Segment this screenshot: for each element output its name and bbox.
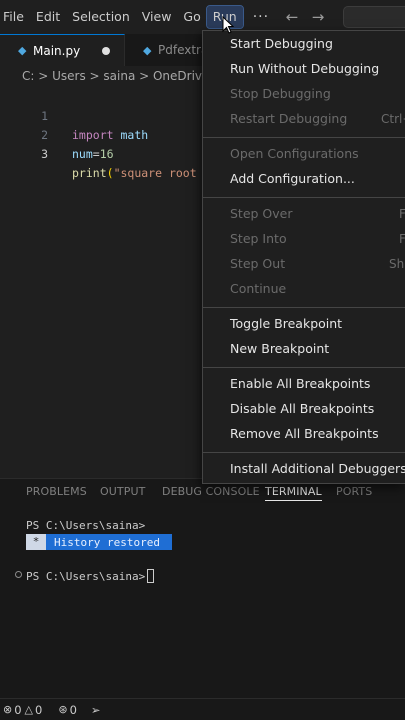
menu-separator [203,197,405,198]
errors-warnings-status[interactable]: ⊗ 0 △ 0 [3,703,42,717]
code-text: print("square root [72,164,197,183]
terminal-prompt[interactable]: PS C:\Users\saina> [26,569,155,583]
code-token: ( [106,166,114,180]
bottom-panel: PROBLEMS OUTPUT DEBUG CONSOLE TERMINAL P… [0,478,405,698]
menu-item-run-without-debugging[interactable]: Run Without Debugging [230,59,379,79]
python-file-icon: ◆ [18,44,27,57]
menu-separator [203,452,405,453]
breadcrumb[interactable]: C: > Users > saina > OneDrive > [22,69,223,83]
menu-item-toggle-breakpoint[interactable]: Toggle Breakpoint [230,314,342,334]
menu-item-remove-all-breakpoints[interactable]: Remove All Breakpoints [230,424,379,444]
broadcast-icon: ⊛ [58,703,68,716]
tab-terminal[interactable]: TERMINAL [265,485,322,501]
menu-item-restart-debugging[interactable]: Restart Debugging [230,109,347,129]
code-token: 16 [99,147,114,161]
tab-debug-console[interactable]: DEBUG CONSOLE [162,485,260,498]
command-decoration-icon[interactable] [15,571,22,578]
tab-output[interactable]: OUTPUT [100,485,145,498]
forward-arrow-icon[interactable]: → [305,8,331,26]
code-token: = [92,147,100,161]
ports-count: 0 [69,702,77,717]
panel-tabs: PROBLEMS OUTPUT DEBUG CONSOLE TERMINAL P… [0,485,405,505]
history-marker: * [26,534,46,550]
shortcut-step-out: Sh [389,257,405,271]
status-bar: ⊗ 0 △ 0 ⊛ 0 ➢ [0,698,405,720]
menu-go[interactable]: Go [177,6,206,28]
terminal-cursor [147,569,155,583]
menu-edit[interactable]: Edit [30,6,66,28]
terminal-line: PS C:\Users\saina> [26,519,146,532]
menu-selection[interactable]: Selection [66,6,136,28]
line-number: 3 [41,147,48,161]
more-menu-icon[interactable]: ··· [243,6,279,28]
menu-item-open-configurations[interactable]: Open Configurations [230,144,359,164]
shortcut-restart: Ctrl+ [381,112,405,126]
error-icon: ⊗ [3,703,13,716]
error-count: 0 [14,702,22,717]
back-arrow-icon[interactable]: ← [279,8,305,26]
menu-item-step-over[interactable]: Step Over [230,204,293,224]
menu-file[interactable]: File [0,6,30,28]
mouse-pointer-icon [222,16,234,34]
menu-item-stop-debugging[interactable]: Stop Debugging [230,84,331,104]
menu-item-enable-all-breakpoints[interactable]: Enable All Breakpoints [230,374,370,394]
tab-main-py[interactable]: ◆ Main.py [0,34,125,66]
menu-item-start-debugging[interactable]: Start Debugging [230,34,333,54]
menu-separator [203,367,405,368]
shortcut-step-into: F [399,232,405,246]
menu-item-new-breakpoint[interactable]: New Breakpoint [230,339,329,359]
run-menu-dropdown: Start Debugging Run Without Debugging St… [202,30,405,484]
history-restored-banner: * History restored [26,534,172,550]
tab-label: Main.py [33,43,81,58]
unsaved-dot-icon[interactable] [102,47,110,55]
menu-item-add-configuration[interactable]: Add Configuration... [230,169,355,189]
code-token: "square root [113,166,197,180]
menu-view[interactable]: View [136,6,178,28]
menu-separator [203,307,405,308]
menu-separator [203,137,405,138]
menu-item-install-additional-debuggers[interactable]: Install Additional Debuggers... [230,459,405,479]
tab-problems[interactable]: PROBLEMS [26,485,87,498]
rocket-icon[interactable]: ➢ [91,703,101,717]
warning-icon: △ [24,703,34,716]
tab-ports[interactable]: PORTS [336,485,372,498]
python-file-icon: ◆ [143,43,152,57]
code-token: print [72,166,107,180]
code-token: num [72,147,93,161]
warning-count: 0 [35,702,43,717]
menu-item-continue[interactable]: Continue [230,279,286,299]
prompt-text: PS C:\Users\saina> [26,570,146,583]
menu-item-step-out[interactable]: Step Out [230,254,285,274]
shortcut-step-over: F [399,207,405,221]
ports-status[interactable]: ⊛ 0 [58,703,77,717]
command-center-search[interactable] [343,6,405,28]
menu-item-disable-all-breakpoints[interactable]: Disable All Breakpoints [230,399,374,419]
code-text: num=16 [72,145,114,164]
menu-item-step-into[interactable]: Step Into [230,229,287,249]
history-text: History restored [54,535,160,549]
